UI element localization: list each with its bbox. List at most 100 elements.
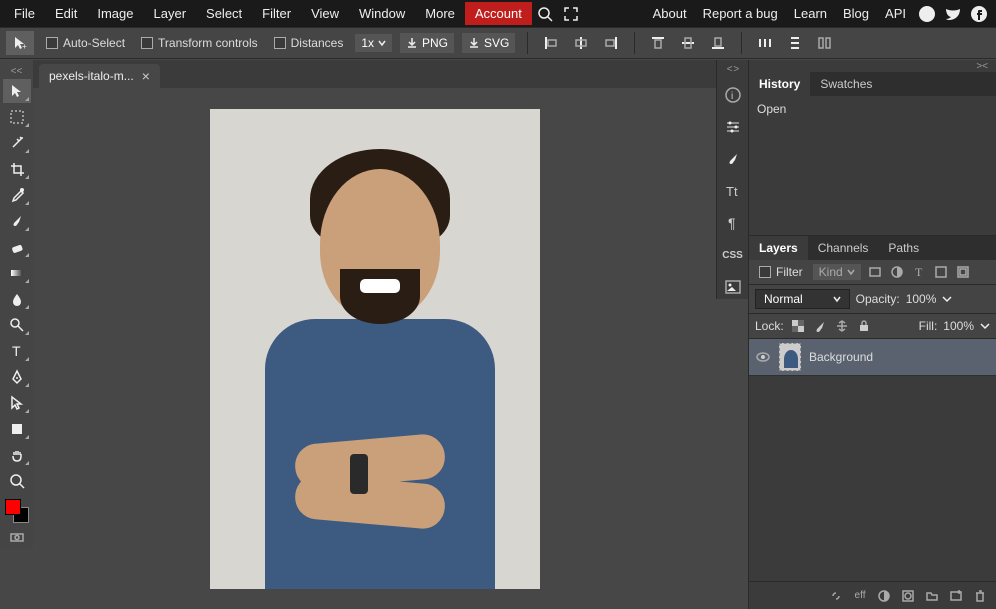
fill-value[interactable]: 100% [943, 319, 974, 333]
menu-edit[interactable]: Edit [45, 2, 87, 25]
add-mask-icon[interactable] [876, 588, 892, 604]
shape-tool[interactable] [3, 417, 31, 441]
align-hcenter-icon[interactable] [572, 34, 590, 52]
add-adjustment-icon[interactable] [900, 588, 916, 604]
facebook-icon[interactable] [968, 3, 990, 25]
color-swatches[interactable] [3, 499, 31, 523]
layer-visibility-icon[interactable] [755, 349, 771, 365]
crop-tool[interactable] [3, 157, 31, 181]
auto-select-checkbox[interactable]: Auto-Select [42, 36, 129, 50]
canvas-viewport[interactable] [33, 88, 716, 609]
layer-name[interactable]: Background [809, 350, 873, 364]
link-blog[interactable]: Blog [835, 2, 877, 25]
menu-file[interactable]: File [4, 2, 45, 25]
new-layer-icon[interactable] [948, 588, 964, 604]
tools-collapse-icon[interactable]: << [11, 66, 23, 77]
link-api[interactable]: API [877, 2, 914, 25]
eraser-tool[interactable] [3, 235, 31, 259]
panels-collapse-icon[interactable]: >< [749, 60, 996, 72]
magic-wand-tool[interactable] [3, 131, 31, 155]
quick-mask-tool[interactable] [3, 525, 31, 549]
type-tool[interactable]: T [3, 339, 31, 363]
menu-select[interactable]: Select [196, 2, 252, 25]
layer-row[interactable]: Background [749, 339, 996, 376]
eyedropper-tool[interactable] [3, 183, 31, 207]
menu-image[interactable]: Image [87, 2, 143, 25]
character-panel-icon[interactable]: Tt [721, 179, 745, 203]
tab-history[interactable]: History [749, 72, 810, 96]
document-tab[interactable]: pexels-italo-m... × [39, 64, 160, 88]
thumbnail-panel-icon[interactable] [721, 275, 745, 299]
marquee-tool[interactable] [3, 105, 31, 129]
canvas[interactable] [210, 109, 540, 589]
path-select-tool[interactable] [3, 391, 31, 415]
menu-view[interactable]: View [301, 2, 349, 25]
brush-panel-icon[interactable] [721, 147, 745, 171]
menu-more[interactable]: More [415, 2, 465, 25]
layers-filter-checkbox[interactable]: Filter [755, 265, 807, 279]
align-bottom-icon[interactable] [709, 34, 727, 52]
brush-tool[interactable] [3, 209, 31, 233]
tab-channels[interactable]: Channels [808, 236, 879, 260]
twitter-icon[interactable] [942, 3, 964, 25]
distribute-h-icon[interactable] [756, 34, 774, 52]
info-panel-icon[interactable]: i [721, 83, 745, 107]
pixel-ratio-select[interactable]: 1x [355, 34, 392, 52]
foreground-color[interactable] [5, 499, 21, 515]
opacity-chevron-icon[interactable] [942, 294, 952, 304]
lock-position-icon[interactable] [834, 318, 850, 334]
more-align-icon[interactable] [816, 34, 834, 52]
export-png-button[interactable]: PNG [400, 33, 454, 53]
lock-pixels-icon[interactable] [812, 318, 828, 334]
opacity-value[interactable]: 100% [906, 292, 937, 306]
fullscreen-icon[interactable] [560, 3, 582, 25]
history-item[interactable]: Open [757, 102, 988, 116]
filter-smart-icon[interactable] [955, 264, 971, 280]
lock-all-icon[interactable] [856, 318, 872, 334]
menu-account[interactable]: Account [465, 2, 532, 25]
link-about[interactable]: About [645, 2, 695, 25]
pen-tool[interactable] [3, 365, 31, 389]
move-tool[interactable] [3, 79, 31, 103]
filter-pixel-icon[interactable] [867, 264, 883, 280]
transform-controls-checkbox[interactable]: Transform controls [137, 36, 262, 50]
align-right-icon[interactable] [602, 34, 620, 52]
new-group-icon[interactable] [924, 588, 940, 604]
dodge-tool[interactable] [3, 313, 31, 337]
align-vcenter-icon[interactable] [679, 34, 697, 52]
fill-chevron-icon[interactable] [980, 321, 990, 331]
filter-type-icon[interactable]: T [911, 264, 927, 280]
zoom-tool[interactable] [3, 469, 31, 493]
distances-checkbox[interactable]: Distances [270, 36, 348, 50]
tab-layers[interactable]: Layers [749, 236, 808, 260]
link-report-bug[interactable]: Report a bug [695, 2, 786, 25]
align-top-icon[interactable] [649, 34, 667, 52]
link-layers-icon[interactable] [828, 588, 844, 604]
filter-shape-icon[interactable] [933, 264, 949, 280]
adjustments-panel-icon[interactable] [721, 115, 745, 139]
blur-tool[interactable] [3, 287, 31, 311]
distribute-v-icon[interactable] [786, 34, 804, 52]
css-panel-icon[interactable]: CSS [721, 243, 745, 267]
link-learn[interactable]: Learn [786, 2, 835, 25]
menu-layer[interactable]: Layer [144, 2, 197, 25]
paragraph-panel-icon[interactable]: ¶ [721, 211, 745, 235]
align-left-icon[interactable] [542, 34, 560, 52]
panel-expand-icon[interactable]: < > [727, 64, 738, 75]
hand-tool[interactable] [3, 443, 31, 467]
layer-thumbnail[interactable] [779, 343, 801, 371]
gradient-tool[interactable] [3, 261, 31, 285]
export-svg-button[interactable]: SVG [462, 33, 515, 53]
delete-layer-icon[interactable] [972, 588, 988, 604]
menu-filter[interactable]: Filter [252, 2, 301, 25]
layer-effects-label[interactable]: eff [852, 588, 868, 604]
reddit-icon[interactable] [916, 3, 938, 25]
filter-adjust-icon[interactable] [889, 264, 905, 280]
tab-swatches[interactable]: Swatches [810, 72, 882, 96]
menu-window[interactable]: Window [349, 2, 415, 25]
tab-paths[interactable]: Paths [878, 236, 929, 260]
layers-kind-select[interactable]: Kind [813, 264, 861, 280]
blend-mode-select[interactable]: Normal [755, 289, 850, 309]
search-icon[interactable] [534, 3, 556, 25]
close-tab-icon[interactable]: × [142, 69, 150, 83]
